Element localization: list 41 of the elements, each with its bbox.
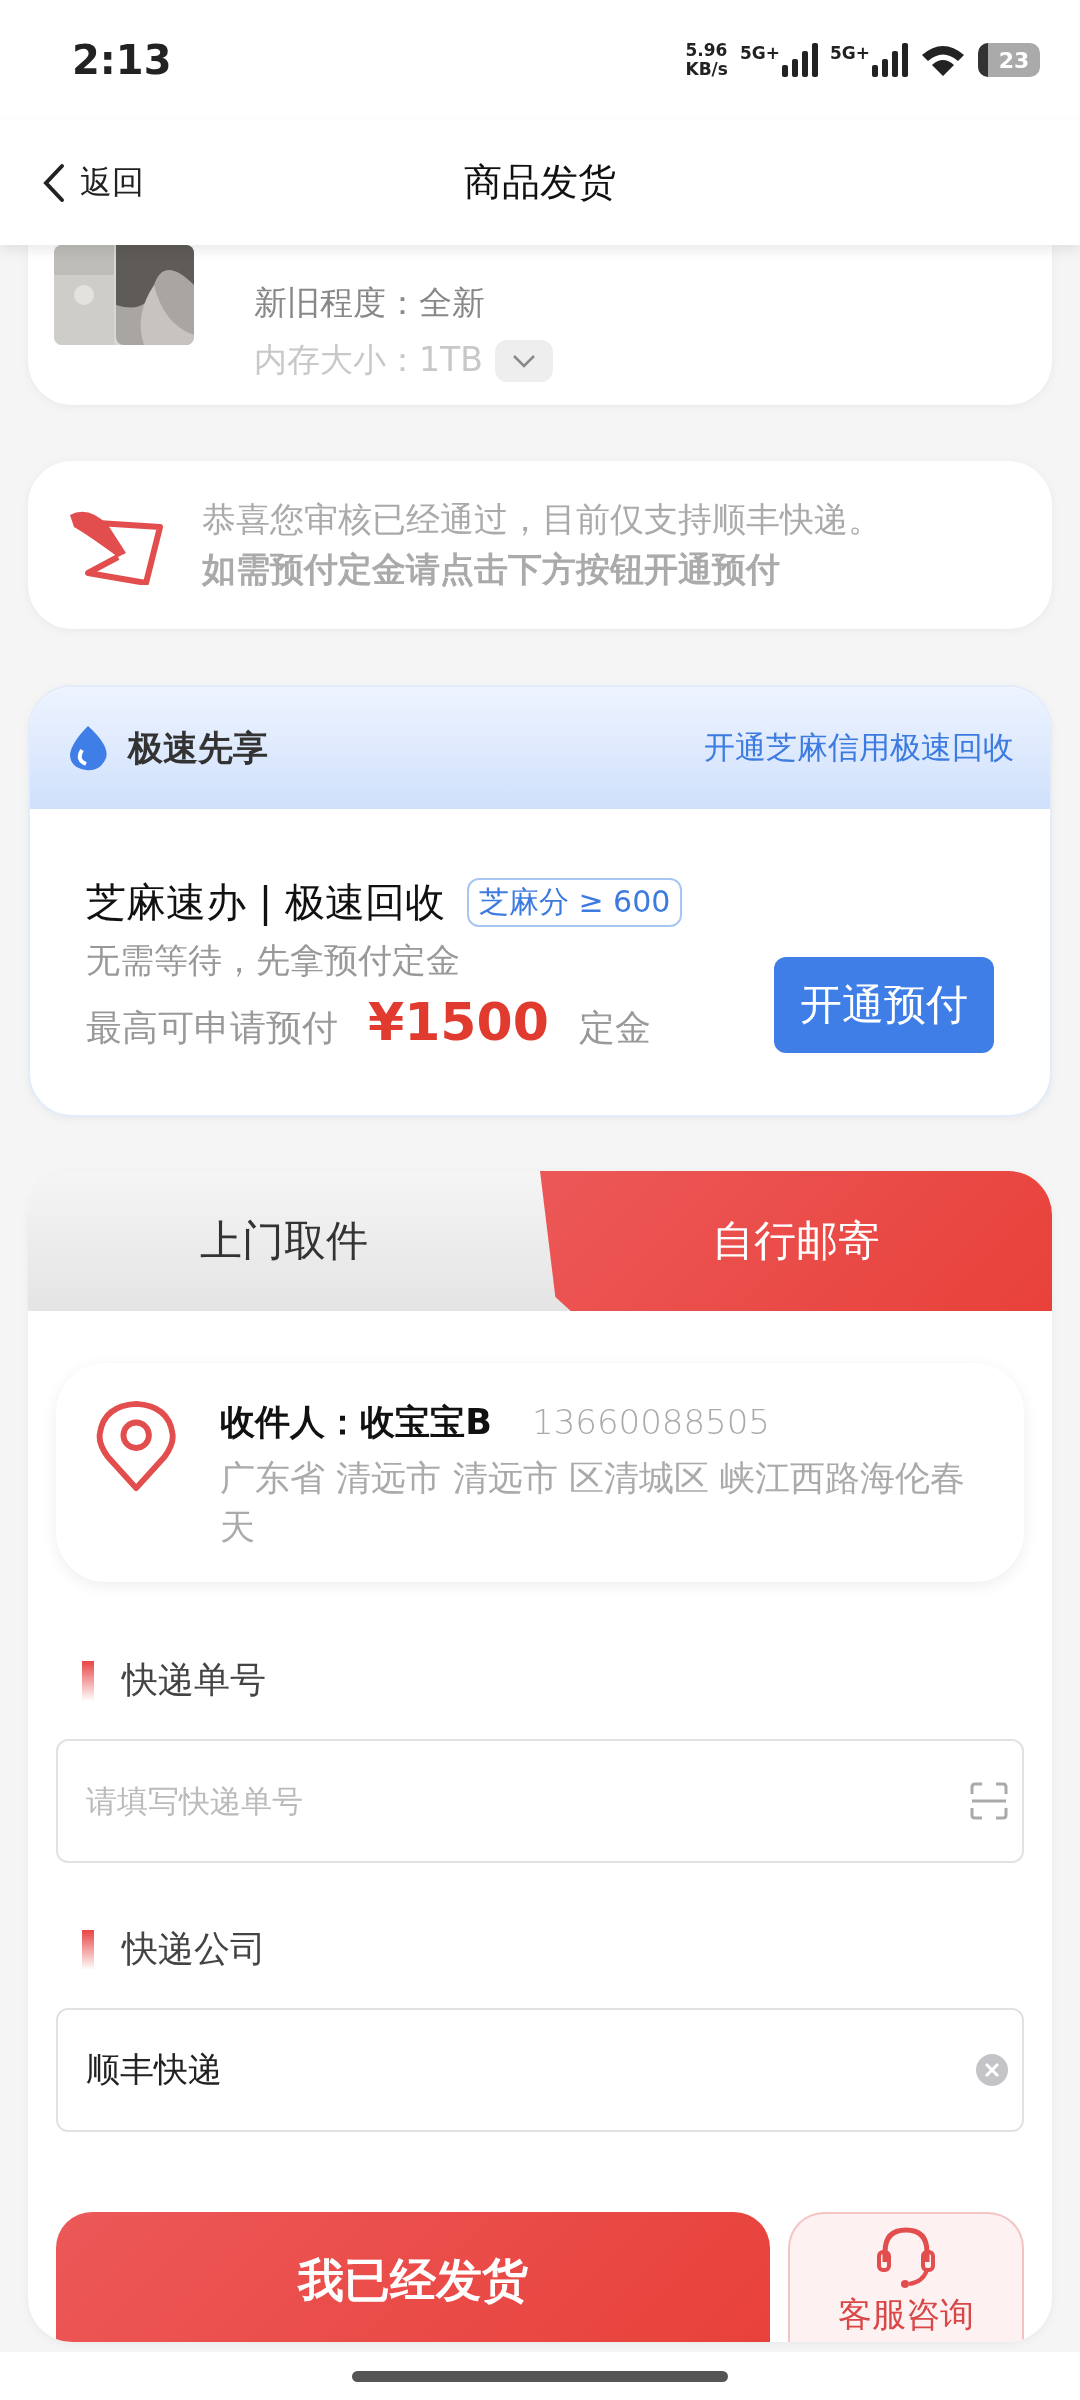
activate-button[interactable]: 开通预付 [774,957,994,1053]
customer-service-button[interactable]: 客服咨询 [788,2212,1024,2342]
credit-link[interactable]: 开通芝麻信用极速回收 [704,727,1014,769]
courier-field[interactable]: 顺丰快递 [56,2008,1024,2132]
recipient-address: 广东省 清远市 清远市 区清城区 峡江西路海伦春天 [220,1457,966,1549]
network-type: 5G+ [829,43,870,63]
back-icon [42,162,66,203]
label-marker [82,1660,94,1701]
shipping-tab[interactable]: 上门取件 [28,1171,540,1311]
wifi-icon [920,43,966,77]
signal-icon [872,43,908,77]
score-badge: 芝麻分 ≥ 600 [466,878,683,927]
scan-icon[interactable] [970,1782,1008,1820]
field-label: 快递单号 [122,1658,266,1702]
deposit-amount: ¥1500 [368,992,549,1052]
notice-text: 恭喜您审核已经通过，目前仅支持顺丰快递。 [202,498,882,541]
label-marker [82,1929,94,1970]
tracking-number-field[interactable]: 请填写快递单号 [56,1739,1024,1863]
network-type: 5G+ [739,43,780,63]
amount-suffix: 定金 [578,1006,651,1050]
page-title: 商品发货 [464,159,616,206]
battery-level: 23 [978,43,1040,77]
network-speed: 5.96 [685,41,728,60]
section-title: 极速先享 [128,726,268,770]
shipped-button[interactable]: 我已经发货 [56,2212,770,2342]
amount-label: 最高可申请预付 [86,1006,338,1050]
status-time: 2:13 [72,37,172,83]
offer-subtitle: 无需等待，先拿预付定金 [86,939,461,982]
notice-text: 如需预付定金请点击下方按钮开通预付 [202,548,781,591]
home-indicator[interactable] [352,2370,728,2382]
signal-icon [781,43,818,77]
recipient-name: 收件人：收宝宝B [220,1401,492,1444]
product-detail: 新旧程度：全新 [254,282,485,324]
shipping-tab[interactable]: 自行邮寄 [540,1171,1052,1311]
offer-heading: 芝麻速办 | 极速回收 [86,878,445,928]
field-label: 快递公司 [122,1927,266,1971]
recipient-phone: 13660088505 [532,1402,770,1442]
expand-button[interactable] [494,339,553,382]
chevron-down-icon [511,353,536,368]
back-button[interactable]: 返回 [42,160,144,205]
network-speed-unit: KB/s [685,60,728,79]
